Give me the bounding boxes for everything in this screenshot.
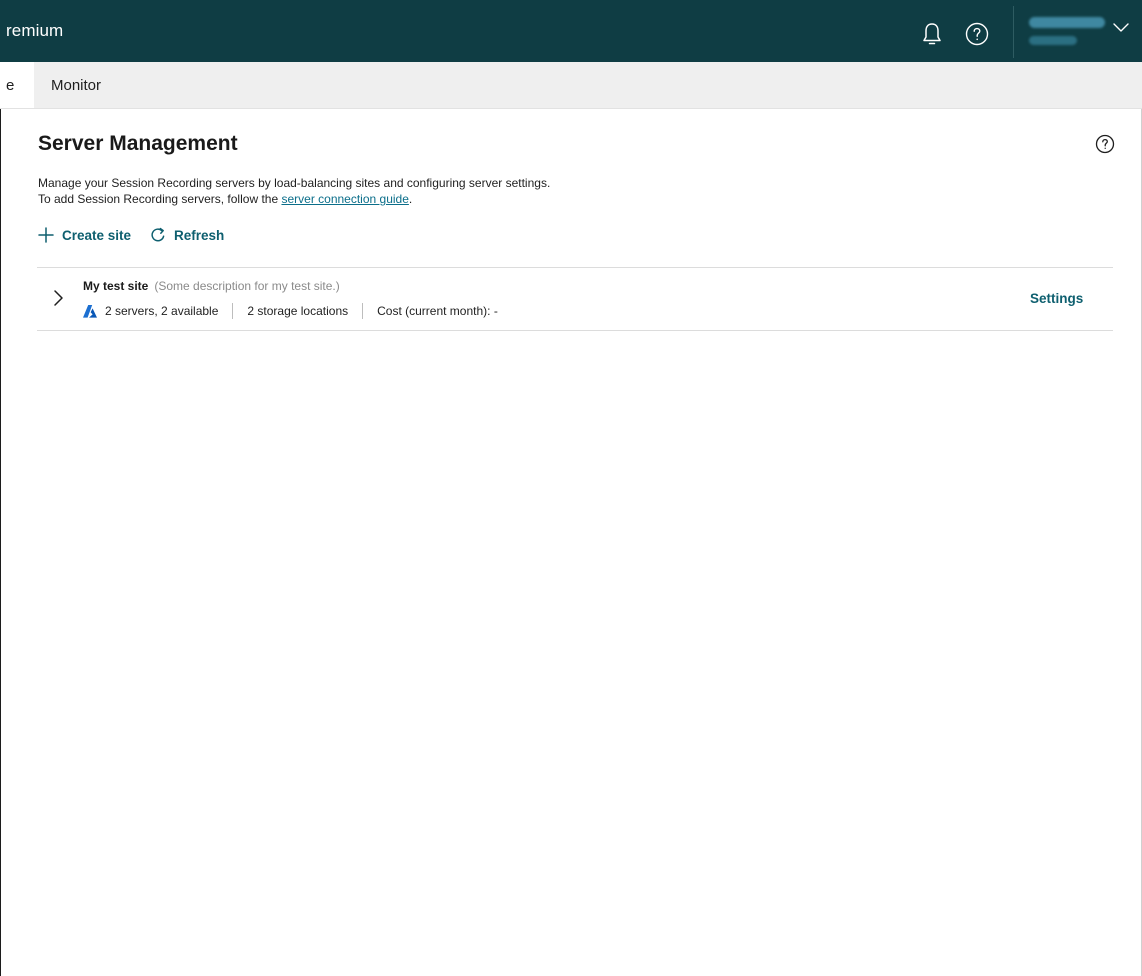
nav-tab-monitor[interactable]: Monitor (51, 77, 101, 94)
site-storage: 2 storage locations (247, 304, 349, 318)
meta-separator (232, 303, 234, 319)
description-line-2: To add Session Recording servers, follow… (38, 191, 550, 207)
nav-tab-active-label: e (6, 77, 15, 94)
site-settings-link[interactable]: Settings (1030, 291, 1083, 306)
site-row-divider (37, 330, 1113, 331)
create-site-button[interactable]: Create site (38, 227, 131, 243)
topbar-divider (1013, 6, 1014, 58)
page-title: Server Management (38, 132, 238, 155)
refresh-label: Refresh (174, 227, 225, 243)
window-left-edge (0, 0, 1, 976)
server-connection-guide-link[interactable]: server connection guide (281, 192, 408, 206)
nav-bar: e Monitor (0, 62, 1142, 109)
user-org-redacted (1029, 36, 1077, 45)
help-circle-icon[interactable] (965, 22, 989, 46)
nav-tab-active[interactable]: e (0, 62, 34, 108)
azure-icon (83, 304, 97, 318)
site-cost: Cost (current month): - (377, 304, 498, 318)
chevron-right-icon[interactable] (51, 289, 65, 307)
refresh-icon (151, 227, 165, 242)
create-site-label: Create site (62, 227, 132, 243)
bell-icon[interactable] (921, 21, 943, 47)
site-title-line: My test site (Some description for my tes… (83, 279, 340, 293)
description-line-2-suffix: . (408, 192, 413, 206)
plus-icon (38, 227, 54, 243)
site-servers: 2 servers, 2 available (105, 304, 219, 318)
description-line-2-prefix: To add Session Recording servers, follow… (38, 192, 282, 206)
page-description: Manage your Session Recording servers by… (38, 175, 550, 207)
meta-separator (362, 303, 364, 319)
description-line-1: Manage your Session Recording servers by… (38, 176, 551, 190)
product-name: remium (6, 21, 64, 40)
chevron-down-icon[interactable] (1112, 20, 1130, 34)
help-circle-icon[interactable] (1095, 134, 1115, 154)
site-name[interactable]: My test site (83, 279, 148, 293)
site-description: (Some description for my test site.) (154, 279, 340, 293)
site-meta: 2 servers, 2 available 2 storage locatio… (83, 303, 498, 319)
user-name-redacted[interactable] (1029, 17, 1105, 28)
site-row-divider (37, 267, 1113, 268)
top-bar: remium (0, 0, 1142, 62)
refresh-button[interactable]: Refresh (150, 227, 224, 243)
